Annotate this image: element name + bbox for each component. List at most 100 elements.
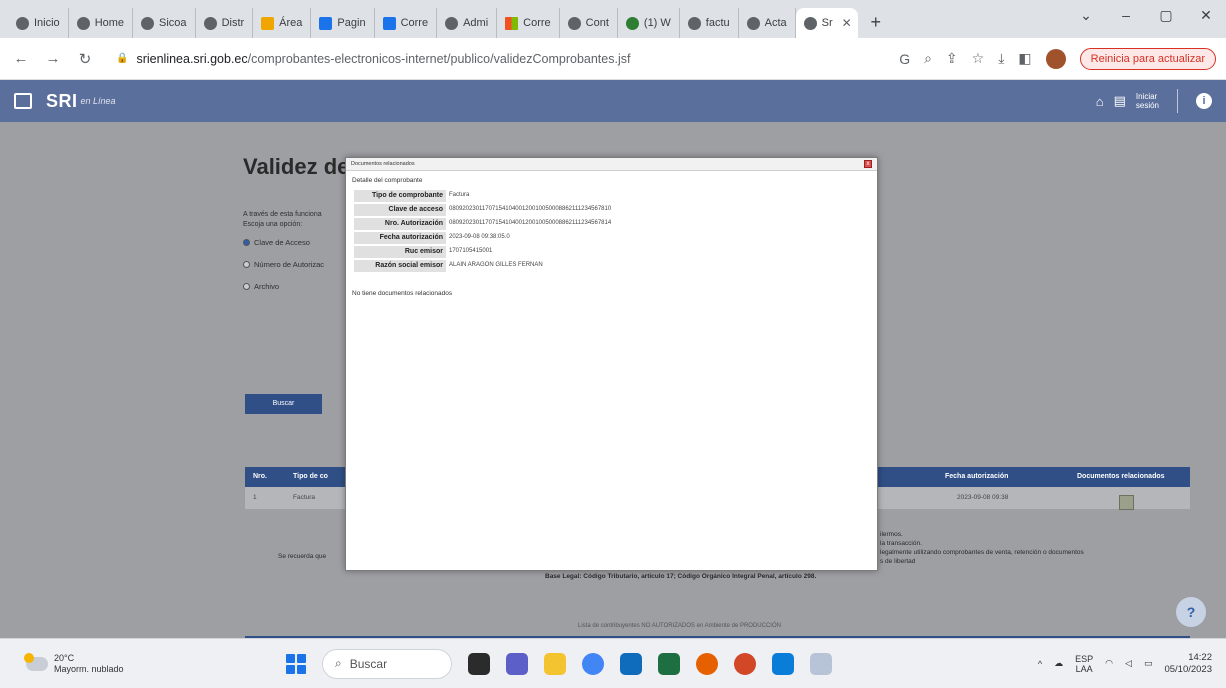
dialog-title: Documentos relacionados <box>351 161 415 167</box>
file-explorer-icon[interactable] <box>544 652 566 675</box>
login-link[interactable]: Iniciar sesión <box>1136 92 1159 110</box>
browser-tab[interactable]: Distr <box>196 8 254 38</box>
radio-numero-autorizacion[interactable]: Número de Autorizac <box>243 260 324 269</box>
related-documents-icon[interactable] <box>1119 495 1134 510</box>
tab-favicon-icon <box>261 16 275 30</box>
tab-label: Corre <box>400 17 429 29</box>
browser-tab[interactable]: Área <box>253 8 312 38</box>
legal-basis-text: Base Legal: Código Tributario, artículo … <box>545 573 817 580</box>
download-icon[interactable]: ⤓ <box>998 50 1004 67</box>
tab-label: Cont <box>585 17 609 29</box>
reload-button[interactable]: ↻ <box>74 50 96 68</box>
profile-avatar[interactable] <box>1045 48 1066 69</box>
home-icon[interactable]: ⌂ <box>1096 94 1104 109</box>
tab-label: Sicoa <box>159 17 187 29</box>
active-tab[interactable]: Sr ✕ <box>795 8 858 38</box>
google-icon[interactable]: G <box>899 51 910 67</box>
tab-label: (1) W <box>643 17 671 29</box>
volume-icon[interactable]: ◁ <box>1125 658 1132 669</box>
radio-dot-icon <box>243 283 250 290</box>
tab-favicon-icon <box>203 16 217 30</box>
detail-row-autorizacion: Nro. Autorización 08092023011707154104001… <box>354 218 614 230</box>
sri-logo[interactable]: SRI <box>46 91 78 112</box>
clock[interactable]: 14:22 05/10/2023 <box>1164 652 1212 676</box>
radio-archivo[interactable]: Archivo <box>243 282 279 291</box>
toolbar-icons: G ⌕ ⇪ ☆ ⤓ ◧ Reinicia para actualizar <box>899 47 1216 70</box>
tab-favicon-icon <box>567 16 581 30</box>
cloud-sync-icon[interactable]: ☁ <box>1054 658 1063 669</box>
url-path: /comprobantes-electronicos-internet/publ… <box>247 51 631 66</box>
header-divider <box>1177 89 1178 113</box>
sri-header: SRI en Línea ⌂ ▤ Iniciar sesión i <box>0 80 1226 122</box>
mail-icon[interactable] <box>772 652 794 675</box>
browser-tab[interactable]: factu <box>680 8 739 38</box>
tab-label: Inicio <box>34 17 60 29</box>
lock-icon[interactable]: 🔒 <box>116 53 128 64</box>
weather-cloud-icon <box>24 652 48 671</box>
sri-logo-subtitle: en Línea <box>80 96 116 106</box>
chevron-up-icon[interactable]: ^ <box>1038 659 1042 669</box>
close-icon[interactable]: x <box>864 160 872 168</box>
new-tab-button[interactable]: + <box>862 8 890 36</box>
login-icon[interactable]: ▤ <box>1114 93 1126 109</box>
tab-favicon-icon <box>445 16 459 30</box>
chat-help-icon[interactable]: ? <box>1176 597 1206 627</box>
browser-tab[interactable]: Pagin <box>311 8 375 38</box>
outlook-icon[interactable] <box>620 652 642 675</box>
close-tab-icon[interactable]: ✕ <box>842 16 852 30</box>
tab-search-icon[interactable]: ⌄ <box>1066 7 1106 24</box>
tab-label: factu <box>705 17 730 29</box>
bookmark-star-icon[interactable]: ☆ <box>972 50 985 67</box>
powerpoint-icon[interactable] <box>734 652 756 675</box>
radio-clave-acceso[interactable]: Clave de Acceso <box>243 238 310 247</box>
page-title: Validez de <box>243 154 350 179</box>
side-panel-icon[interactable]: ◧ <box>1018 50 1031 67</box>
battery-icon[interactable]: ▭ <box>1144 658 1153 669</box>
search-button[interactable]: Buscar <box>245 394 322 414</box>
browser-tab[interactable]: Admi <box>437 8 498 38</box>
zoom-icon[interactable]: ⌕ <box>924 50 932 67</box>
minimize-button[interactable]: – <box>1106 7 1146 23</box>
sri-favicon-icon <box>803 16 817 30</box>
back-button[interactable]: ← <box>10 50 32 67</box>
excel-icon[interactable] <box>658 652 680 675</box>
browser-tab[interactable]: Cont <box>560 8 618 38</box>
browser-tab[interactable]: Corre <box>375 8 438 38</box>
close-window-button[interactable]: ✕ <box>1186 7 1226 24</box>
search-icon: ⌕ <box>335 656 342 670</box>
tab-favicon-icon <box>382 16 396 30</box>
info-icon[interactable]: i <box>1196 93 1212 109</box>
browser-tab[interactable]: Sicoa <box>133 8 196 38</box>
taskview-icon[interactable] <box>468 652 490 675</box>
radio-dot-icon <box>243 261 250 268</box>
browser-toolbar: ← → ↻ 🔒 srienlinea.sri.gob.ec/comprobant… <box>0 38 1226 80</box>
taskbar-search[interactable]: ⌕ Buscar <box>322 648 452 679</box>
browser-tab[interactable]: Acta <box>739 8 796 38</box>
browser-tab[interactable]: Home <box>69 8 134 38</box>
windows-start-icon[interactable] <box>286 653 306 674</box>
weather-widget[interactable]: 20°C Mayorm. nublado <box>0 652 260 675</box>
browser-tab[interactable]: (1) W <box>618 8 680 38</box>
share-icon[interactable]: ⇪ <box>946 50 958 67</box>
system-tray: ^ ☁ ESP LAA ◠ ◁ ▭ 14:22 05/10/2023 <box>1038 652 1226 676</box>
menu-icon[interactable] <box>14 93 32 109</box>
teams-icon[interactable] <box>506 652 528 675</box>
language-indicator[interactable]: ESP LAA <box>1075 654 1093 674</box>
page-description: A través de esta funciona Escoja una opci… <box>243 211 322 228</box>
windows-taskbar: 20°C Mayorm. nublado ⌕ Buscar ^ ☁ ESP LAA ◠… <box>0 638 1226 688</box>
address-bar[interactable]: 🔒 srienlinea.sri.gob.ec/comprobantes-ele… <box>106 44 889 74</box>
photos-icon[interactable] <box>810 652 832 675</box>
maximize-button[interactable]: ▢ <box>1146 7 1186 24</box>
tab-label: Home <box>94 17 125 29</box>
browser-tab[interactable]: Corre <box>497 8 560 38</box>
browser-tab[interactable]: Inicio <box>8 8 69 38</box>
wifi-icon[interactable]: ◠ <box>1105 658 1113 669</box>
tab-label: Corre <box>523 17 551 29</box>
radio-dot-icon <box>243 239 250 246</box>
unauthorized-list-link[interactable]: Lista de contribuyentes NO AUTORIZADOS e… <box>578 623 781 629</box>
forward-button[interactable]: → <box>42 50 64 67</box>
firefox-icon[interactable] <box>696 652 718 675</box>
chrome-icon[interactable] <box>582 652 604 675</box>
tab-favicon-icon <box>76 16 90 30</box>
update-button[interactable]: Reinicia para actualizar <box>1079 47 1216 70</box>
